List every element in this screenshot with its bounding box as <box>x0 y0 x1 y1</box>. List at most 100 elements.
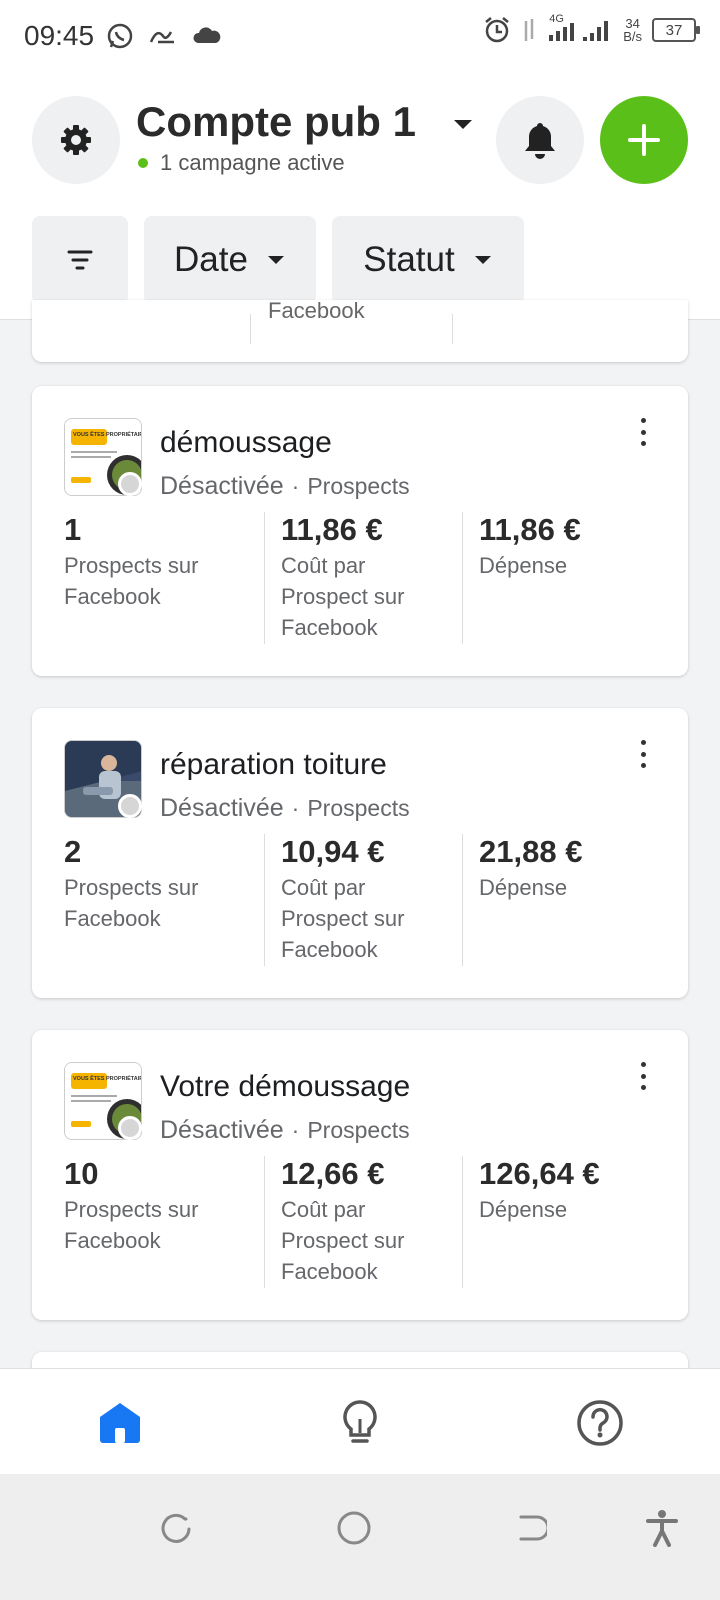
metric-value: 1 <box>64 512 82 547</box>
metric-cost-per-result: 10,94 € Coût par Prospect sur Facebook <box>264 834 444 966</box>
thumb-headline: VOUS ÊTES PROPRIÉTAIRE ? <box>73 1074 142 1082</box>
campaign-objective: Prospects <box>307 473 410 499</box>
more-options-button[interactable] <box>628 1058 658 1094</box>
filter-icon <box>67 250 93 270</box>
more-vert-icon <box>640 740 646 745</box>
settings-button[interactable] <box>32 96 120 184</box>
more-options-button[interactable] <box>628 414 658 450</box>
net-speed: 34 B/s <box>623 16 642 44</box>
campaign-status-dot <box>118 1116 142 1140</box>
create-campaign-button[interactable] <box>600 96 688 184</box>
campaign-metrics: 10 Prospects sur Facebook 12,66 € Coût p… <box>64 1156 664 1288</box>
system-navigation <box>0 1474 720 1600</box>
campaign-status-dot <box>118 472 142 496</box>
metric-label: Dépense <box>479 875 568 900</box>
gear-icon <box>61 125 91 155</box>
cloud-icon <box>193 27 221 43</box>
metric-value: 12,66 € <box>281 1156 385 1191</box>
thumb-headline: VOUS ÊTES PROPRIÉTAIRE ? <box>73 430 142 438</box>
metric-divider <box>250 314 251 344</box>
status-bar: 09:45 4G 34 B/s 37 <box>0 0 720 72</box>
campaign-status: Désactivée <box>160 472 284 500</box>
back-icon <box>519 1515 547 1541</box>
accessibility-button[interactable] <box>640 1506 684 1550</box>
status-time: 09:45 <box>24 20 95 51</box>
home-icon <box>100 1403 140 1443</box>
signal-icon: 4G <box>547 13 613 43</box>
meta-separator: · <box>291 1117 300 1143</box>
meta-separator: · <box>291 795 300 821</box>
metric-results: 2 Prospects sur Facebook <box>64 834 246 966</box>
metric-results: 1 Prospects sur Facebook <box>64 512 246 644</box>
metric-cost-per-result: 11,86 € Coût par Prospect sur Facebook <box>264 512 444 644</box>
home-system-button[interactable] <box>332 1506 376 1550</box>
lightbulb-icon <box>343 1400 377 1443</box>
metric-results: 10 Prospects sur Facebook <box>64 1156 246 1288</box>
bell-icon <box>525 123 555 159</box>
chevron-down-icon <box>474 256 491 264</box>
campaign-card-partial[interactable]: Facebook <box>32 300 688 362</box>
battery-icon: 37 <box>652 18 700 42</box>
nav-ideas[interactable] <box>332 1395 388 1451</box>
campaign-card[interactable]: VOUS ÊTES PROPRIÉTAIRE ? démoussage Désa… <box>32 386 688 676</box>
metric-divider <box>452 314 453 344</box>
back-button[interactable] <box>508 1506 552 1550</box>
campaign-status: Désactivée <box>160 794 284 822</box>
metric-label: Coût par Prospect sur Facebook <box>281 1197 405 1284</box>
campaign-meta: Désactivée · Prospects <box>160 794 410 823</box>
metric-value: 11,86 € <box>479 512 581 547</box>
campaign-name[interactable]: Votre démoussage <box>160 1070 410 1104</box>
notifications-button[interactable] <box>496 96 584 184</box>
chevron-down-icon <box>267 256 284 264</box>
circle-home-icon <box>337 1511 371 1545</box>
metric-value: 21,88 € <box>479 834 583 869</box>
recents-button[interactable] <box>154 1506 198 1550</box>
metric-label: Prospects sur Facebook <box>64 875 199 931</box>
campaign-meta: Désactivée · Prospects <box>160 1116 410 1145</box>
alarm-icon <box>485 17 509 43</box>
campaign-objective: Prospects <box>307 795 410 821</box>
plus-icon <box>628 124 660 156</box>
campaign-card[interactable]: VOUS ÊTES PROPRIÉTAIRE ? Votre démoussag… <box>32 1030 688 1320</box>
nav-help[interactable] <box>572 1395 628 1451</box>
metric-cost-per-result: 12,66 € Coût par Prospect sur Facebook <box>264 1156 444 1288</box>
campaign-status: Désactivée <box>160 1116 284 1144</box>
signature-app-icon <box>149 31 174 44</box>
campaign-card[interactable]: réparation toiture Désactivée · Prospect… <box>32 708 688 998</box>
campaign-metrics: 2 Prospects sur Facebook 10,94 € Coût pa… <box>64 834 664 966</box>
active-dot <box>138 158 148 168</box>
whatsapp-icon <box>107 23 133 49</box>
metric-value: 10 <box>64 1156 99 1191</box>
date-filter-dropdown[interactable]: Date <box>144 216 316 304</box>
app-header: Compte pub 1 1 campagne active Date Stat… <box>0 72 720 320</box>
nav-home[interactable] <box>92 1395 148 1451</box>
filter-button[interactable] <box>32 216 128 304</box>
recents-icon <box>161 1513 191 1543</box>
campaign-name[interactable]: démoussage <box>160 426 332 460</box>
metric-label: Prospects sur Facebook <box>64 1197 199 1253</box>
active-campaigns-status: 1 campagne active <box>136 150 345 176</box>
campaign-name[interactable]: réparation toiture <box>160 748 387 782</box>
accessibility-icon <box>646 1510 678 1547</box>
metric-label-partial: Facebook <box>268 300 365 323</box>
account-dropdown-icon[interactable] <box>452 118 474 137</box>
metric-value: 10,94 € <box>281 834 385 869</box>
bottom-navigation <box>0 1368 720 1474</box>
more-vert-icon <box>640 1062 646 1067</box>
metric-label: Coût par Prospect sur Facebook <box>281 553 405 640</box>
campaign-meta: Désactivée · Prospects <box>160 472 410 501</box>
metric-value: 2 <box>64 834 82 869</box>
metric-label: Dépense <box>479 1197 568 1222</box>
help-icon <box>577 1400 623 1446</box>
metric-label: Prospects sur Facebook <box>64 553 199 609</box>
metric-value: 11,86 € <box>281 512 383 547</box>
more-options-button[interactable] <box>628 736 658 772</box>
account-name[interactable]: Compte pub 1 <box>136 98 416 146</box>
status-filter-dropdown[interactable]: Statut <box>332 216 524 304</box>
campaign-objective: Prospects <box>307 1117 410 1143</box>
active-campaigns-label: 1 campagne active <box>160 150 345 175</box>
meta-separator: · <box>291 473 300 499</box>
metric-label: Dépense <box>479 553 568 578</box>
metric-label: Coût par Prospect sur Facebook <box>281 875 405 962</box>
metric-spend: 11,86 € Dépense <box>462 512 662 644</box>
